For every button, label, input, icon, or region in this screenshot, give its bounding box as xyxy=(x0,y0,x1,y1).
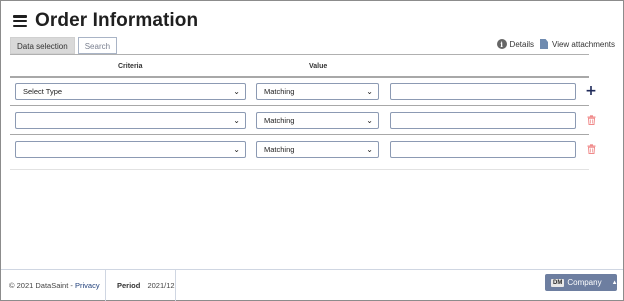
chevron-down-icon: ⌄ xyxy=(366,116,373,125)
delete-row-button[interactable] xyxy=(585,113,597,127)
attachments-label: View attachments xyxy=(552,39,615,49)
period-display: Period 2021/12 xyxy=(117,281,175,290)
criteria-row: Select Type ⌄ Matching ⌄ + xyxy=(10,78,597,107)
trash-icon xyxy=(587,144,595,154)
copyright: © 2021 DataSaint - Privacy xyxy=(9,281,100,290)
company-selector-button[interactable]: DM Company ▲ xyxy=(545,274,618,291)
copyright-text: © 2021 DataSaint - xyxy=(9,281,75,290)
chevron-down-icon: ⌄ xyxy=(233,116,240,125)
criteria-select-value: Select Type xyxy=(23,87,63,96)
hamburger-icon[interactable] xyxy=(13,15,27,27)
company-badge: DM xyxy=(551,278,565,287)
criteria-row: ⌄ Matching ⌄ xyxy=(10,136,595,165)
delete-row-button[interactable] xyxy=(585,142,597,156)
match-type-select[interactable]: Matching ⌄ xyxy=(256,112,379,129)
row-divider xyxy=(10,169,589,170)
chevron-down-icon: ⌄ xyxy=(366,87,373,96)
column-header-criteria: Criteria xyxy=(118,63,143,70)
criteria-row: ⌄ Matching ⌄ xyxy=(10,107,595,136)
view-attachments-link[interactable]: View attachments xyxy=(540,39,615,49)
caret-down-icon: ▲ xyxy=(611,279,618,286)
criteria-select[interactable]: ⌄ xyxy=(15,141,246,158)
details-link[interactable]: i Details xyxy=(496,39,534,49)
app-window: Order Information Data selection Search … xyxy=(0,0,624,301)
tab-search[interactable]: Search xyxy=(77,37,118,54)
match-type-value: Matching xyxy=(264,116,295,125)
footer: © 2021 DataSaint - Privacy Period 2021/1… xyxy=(1,269,623,301)
trash-icon xyxy=(587,115,595,125)
page-header: Order Information xyxy=(13,9,198,33)
value-input[interactable] xyxy=(390,141,576,158)
match-type-value: Matching xyxy=(264,87,295,96)
details-label: Details xyxy=(509,39,534,49)
row-divider xyxy=(10,134,589,135)
info-icon: i xyxy=(496,39,507,49)
match-type-select[interactable]: Matching ⌄ xyxy=(256,141,379,158)
chevron-down-icon: ⌄ xyxy=(366,145,373,154)
file-icon xyxy=(540,39,548,49)
company-label: Company xyxy=(567,278,602,287)
period-label: Period xyxy=(117,281,141,290)
footer-divider xyxy=(105,270,106,301)
criteria-select[interactable]: Select Type ⌄ xyxy=(15,83,246,100)
footer-divider xyxy=(175,270,176,301)
value-input[interactable] xyxy=(390,112,576,129)
chevron-down-icon: ⌄ xyxy=(233,87,240,96)
column-header-value: Value xyxy=(309,63,328,70)
match-type-value: Matching xyxy=(264,145,295,154)
value-input[interactable] xyxy=(390,83,576,100)
tab-bar: Data selection Search xyxy=(10,37,120,54)
plus-icon: + xyxy=(585,83,597,99)
chevron-down-icon: ⌄ xyxy=(233,145,240,154)
row-divider xyxy=(10,105,589,106)
add-row-button[interactable]: + xyxy=(585,84,597,98)
criteria-select[interactable]: ⌄ xyxy=(15,112,246,129)
privacy-link[interactable]: Privacy xyxy=(75,281,100,290)
divider xyxy=(10,54,589,55)
header-links: i Details View attachments xyxy=(491,39,615,49)
page-title: Order Information xyxy=(35,10,199,31)
period-value: 2021/12 xyxy=(147,281,175,290)
tab-data-selection[interactable]: Data selection xyxy=(10,37,75,54)
match-type-select[interactable]: Matching ⌄ xyxy=(256,83,379,100)
